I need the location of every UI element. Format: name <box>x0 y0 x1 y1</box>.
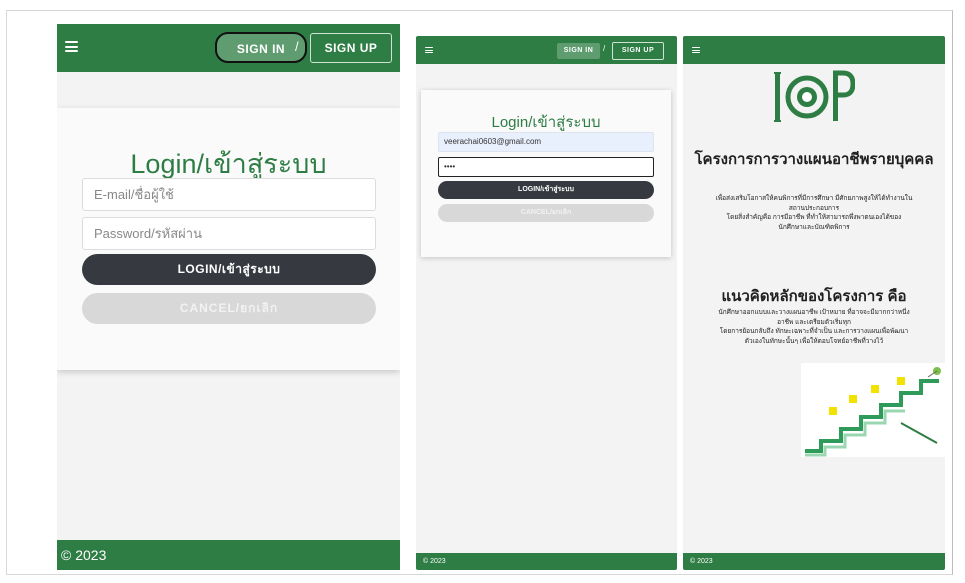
icp-logo <box>774 70 855 122</box>
desktop-login-panel: SIGN IN / SIGN UP Login/เข้าสู่ระบบ E-ma… <box>57 24 400 570</box>
project-description: เพื่อส่งเสริมโอกาสให้คนพิการที่มีการศึกษ… <box>689 194 939 232</box>
description-line: เพื่อส่งเสริมโอกาสให้คนพิการที่มีการศึกษ… <box>715 195 913 202</box>
nav-separator: / <box>603 44 606 53</box>
login-card: Login/เข้าสู่ระบบ E-mail/ชื่อผู้ใช้ Pass… <box>57 108 400 370</box>
login-button[interactable]: LOGIN/เข้าสู่ระบบ <box>438 181 654 199</box>
footer-copyright: © 2023 <box>690 558 713 565</box>
footer: © 2023 <box>416 553 677 570</box>
sign-in-button[interactable]: SIGN IN <box>557 43 600 59</box>
concept-description: นักศึกษาออกแบบและวางแผนอาชีพ เป้าหมาย ที… <box>689 308 939 346</box>
email-field[interactable]: veerachai0603@gmail.com <box>438 132 654 152</box>
footer-copyright: © 2023 <box>423 558 446 565</box>
login-card: Login/เข้าสู่ระบบ veerachai0603@gmail.co… <box>421 90 671 257</box>
cancel-button[interactable]: CANCEL/ยกเลิก <box>438 204 654 222</box>
sign-up-button[interactable]: SIGN UP <box>310 33 392 63</box>
screenshot-canvas: SIGN IN / SIGN UP Login/เข้าสู่ระบบ E-ma… <box>0 0 965 583</box>
concept-line: โดยการย้อนกลับถึง ทักษะเฉพาะที่จำเป็น แล… <box>719 328 909 335</box>
password-field[interactable]: Password/รหัสผ่าน <box>82 217 376 250</box>
concept-line: อาชีพ และเตรียมตัวเริ่มทุก <box>777 318 851 326</box>
sign-in-button[interactable]: SIGN IN <box>215 32 307 63</box>
description-line: สถานประกอบการ <box>788 204 840 212</box>
description-line: นักศึกษาและบัณฑิตพิการ <box>778 223 850 231</box>
top-navbar <box>683 36 945 64</box>
concept-line: ตัวเองในทักษะนั้นๆ เพื่อให้ตอบโจทย์อาชีพ… <box>744 337 884 345</box>
password-field[interactable]: •••• <box>438 157 654 177</box>
hamburger-icon[interactable] <box>425 47 433 53</box>
cancel-button[interactable]: CANCEL/ยกเลิก <box>82 293 376 324</box>
top-navbar: SIGN IN / SIGN UP <box>57 24 400 72</box>
top-navbar: SIGN IN / SIGN UP <box>416 36 677 64</box>
login-title: Login/เข้าสู่ระบบ <box>491 114 601 131</box>
hamburger-icon[interactable] <box>65 41 78 52</box>
footer: © 2023 <box>57 540 400 570</box>
email-field[interactable]: E-mail/ชื่อผู้ใช้ <box>82 178 376 211</box>
mobile-login-panel: SIGN IN / SIGN UP Login/เข้าสู่ระบบ veer… <box>416 36 677 570</box>
concept-line: นักศึกษาออกแบบและวางแผนอาชีพ เป้าหมาย ที… <box>718 309 910 316</box>
sign-up-button[interactable]: SIGN UP <box>612 42 664 60</box>
concept-heading: แนวคิดหลักของโครงการ คือ <box>721 288 907 305</box>
project-heading: โครงการการวางแผนอาชีพรายบุคคล <box>694 151 934 168</box>
mobile-home-panel: โครงการการวางแผนอาชีพรายบุคคล เพื่อส่งเส… <box>683 36 945 570</box>
footer: © 2023 <box>683 553 945 570</box>
login-button[interactable]: LOGIN/เข้าสู่ระบบ <box>82 254 376 285</box>
hamburger-icon[interactable] <box>692 47 700 53</box>
description-line: โดยสิ่งสำคัญคือ การมีอาชีพ ที่ทำให้สามาร… <box>726 214 902 221</box>
career-steps-illustration <box>801 363 945 457</box>
footer-copyright: © 2023 <box>61 547 107 563</box>
nav-separator: / <box>295 39 299 54</box>
